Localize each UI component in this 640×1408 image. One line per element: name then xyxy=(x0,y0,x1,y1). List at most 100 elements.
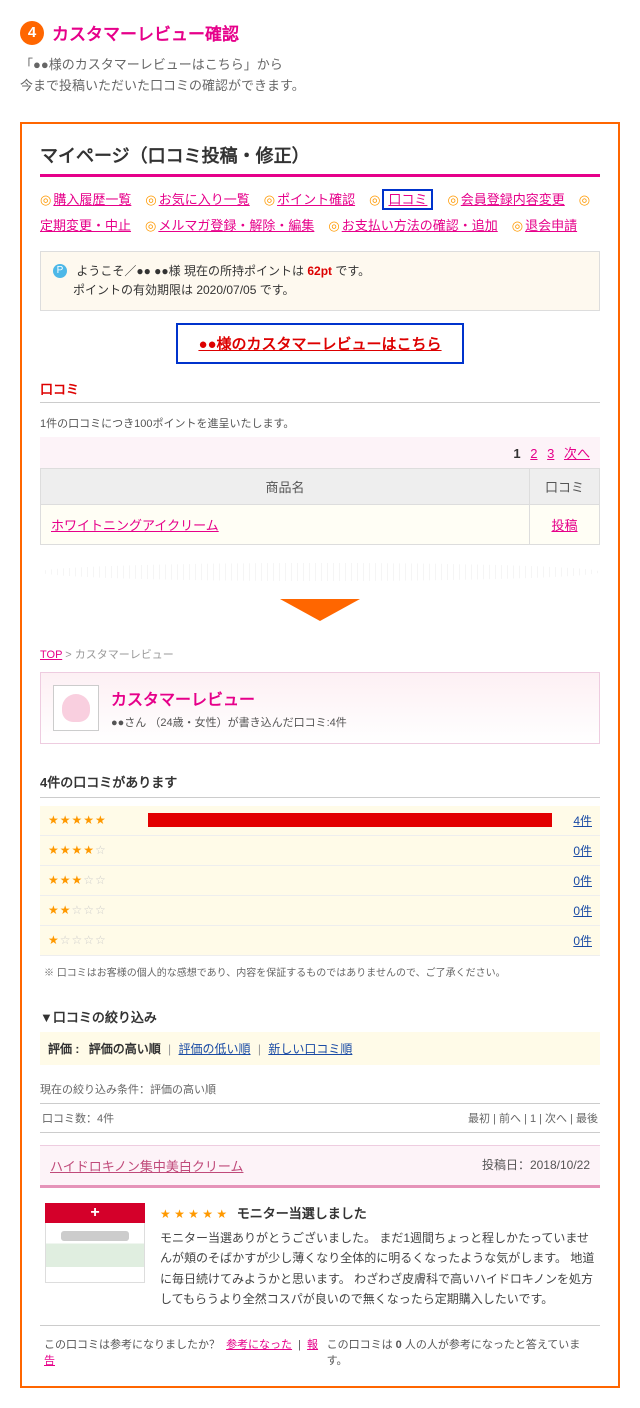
product-link[interactable]: ホワイトニングアイクリーム xyxy=(51,518,219,533)
nav-link[interactable]: お支払い方法の確認・追加 xyxy=(342,218,498,233)
table-pager: 1 2 3 次へ xyxy=(40,437,600,468)
rating-row[interactable]: ★★★★☆ 0件 xyxy=(40,836,600,866)
mypage-nav: ◎購入履歴一覧◎お気に入り一覧◎ポイント確認◎口コミ◎会員登録内容変更◎定期変更… xyxy=(40,187,600,239)
nav-link[interactable]: 会員登録内容変更 xyxy=(461,192,565,207)
intro-line1: 「●●様のカスタマーレビューはこちら」から xyxy=(20,55,620,76)
stars-icon: ★★★★☆ xyxy=(48,843,138,857)
review-item-header: ハイドロキノン集中美白クリーム 投稿日：2018/10/22 xyxy=(40,1145,600,1188)
stars-icon: ★☆☆☆☆ xyxy=(48,933,138,947)
points-box: P ようこそ／●● ●●様 現在の所持ポイントは 62pt です。 ポイントの有… xyxy=(40,251,600,311)
filter-heading: ▼口コミの絞り込み xyxy=(40,1007,600,1026)
filter-low[interactable]: 評価の低い順 xyxy=(179,1042,251,1056)
filter-sep: | xyxy=(168,1042,171,1056)
rating-row[interactable]: ★☆☆☆☆ 0件 xyxy=(40,926,600,956)
rating-row[interactable]: ★★☆☆☆ 0件 xyxy=(40,896,600,926)
nav-link[interactable]: 購入履歴一覧 xyxy=(53,192,131,207)
intro-line2: 今まで投稿いただいた口コミの確認ができます。 xyxy=(20,76,620,97)
points-pre: ようこそ／●● ●●様 現在の所持ポイントは xyxy=(76,264,307,278)
product-image: + xyxy=(45,1203,145,1310)
filter-new[interactable]: 新しい口コミ順 xyxy=(268,1042,352,1056)
current-filter: 現在の絞り込み条件：評価の高い順 xyxy=(40,1073,600,1103)
rating-count[interactable]: 0件 xyxy=(562,872,592,889)
avatar-icon xyxy=(62,694,90,722)
nav-link[interactable]: 口コミ xyxy=(382,189,433,210)
points-value: 62pt xyxy=(307,264,332,278)
review-product-link[interactable]: ハイドロキノン集中美白クリーム xyxy=(50,1156,243,1175)
points-expiry: ポイントの有効期限は 2020/07/05 です。 xyxy=(73,283,295,297)
summary-disclaimer: ※ 口コミはお客様の個人的な感想であり、内容を保証するものではありませんので、ご… xyxy=(40,956,600,987)
jar-icon xyxy=(45,1223,145,1283)
review-header-sub: ●●さん （24歳・女性）が書き込んだ口コミ:4件 xyxy=(111,714,347,730)
bullet-icon: ◎ xyxy=(40,192,51,207)
breadcrumb-sep: > xyxy=(62,649,75,661)
points-post: です。 xyxy=(332,264,370,278)
rating-count[interactable]: 0件 xyxy=(562,902,592,919)
stars-icon: ★★★★★ xyxy=(48,813,138,827)
review-body: + ★ ★ ★ ★ ★ モニター当選しました モニター当選ありがとうございました… xyxy=(40,1188,600,1325)
section-title: カスタマーレビュー確認 xyxy=(52,20,239,45)
nav-link[interactable]: お気に入り一覧 xyxy=(159,192,250,207)
rating-count[interactable]: 0件 xyxy=(562,842,592,859)
page-title: マイページ（口コミ投稿・修正） xyxy=(40,142,600,177)
mypage-panel: マイページ（口コミ投稿・修正） ◎購入履歴一覧◎お気に入り一覧◎ポイント確認◎口… xyxy=(20,122,620,1388)
review-header: カスタマーレビュー ●●さん （24歳・女性）が書き込んだ口コミ:4件 xyxy=(40,672,600,744)
filter-label: 評価 : xyxy=(48,1042,79,1056)
pager-page-2[interactable]: 2 xyxy=(530,446,537,461)
list-pager: 口コミ数：4件 最初 | 前へ | 1 | 次へ | 最後 xyxy=(40,1103,600,1133)
breadcrumb: TOP > カスタマーレビュー xyxy=(40,646,600,662)
customer-review-link[interactable]: ●●様のカスタマーレビューはこちら xyxy=(176,323,463,364)
step-number-icon: 4 xyxy=(20,21,44,45)
bullet-icon: ◎ xyxy=(512,218,523,233)
review-date: 投稿日：2018/10/22 xyxy=(482,1156,590,1175)
rating-bar xyxy=(148,903,552,917)
filter-sep: | xyxy=(258,1042,261,1056)
bullet-icon: ◎ xyxy=(145,192,156,207)
section-header: 4 カスタマーレビュー確認 xyxy=(0,0,640,55)
table-row: ホワイトニングアイクリーム 投稿 xyxy=(41,504,600,544)
helpful-link[interactable]: 参考になった xyxy=(226,1339,292,1351)
stars-icon: ★★★☆☆ xyxy=(48,873,138,887)
rating-count[interactable]: 0件 xyxy=(562,932,592,949)
review-subheading: 口コミ xyxy=(40,379,600,403)
rating-row[interactable]: ★★★★★ 4件 xyxy=(40,806,600,836)
rating-bar xyxy=(148,843,552,857)
list-pager-count: 口コミ数：4件 xyxy=(42,1110,114,1126)
rating-count[interactable]: 4件 xyxy=(562,812,592,829)
nav-link[interactable]: メルマガ登録・解除・編集 xyxy=(158,218,314,233)
bullet-icon: ◎ xyxy=(328,218,339,233)
intro-text: 「●●様のカスタマーレビューはこちら」から 今まで投稿いただいた口コミの確認がで… xyxy=(0,55,640,112)
col-review: 口コミ xyxy=(530,468,600,504)
nav-link[interactable]: 定期変更・中止 xyxy=(40,218,131,233)
bullet-icon: ◎ xyxy=(264,192,275,207)
points-icon: P xyxy=(53,264,67,278)
post-review-link[interactable]: 投稿 xyxy=(551,518,577,533)
rating-bar xyxy=(148,813,552,827)
plus-icon: + xyxy=(90,1204,99,1222)
footer-question: この口コミは参考になりましたか？ xyxy=(44,1339,220,1351)
footer-count-pre: この口コミは xyxy=(327,1339,396,1351)
review-header-title: カスタマーレビュー xyxy=(111,686,347,710)
review-title: モニター当選しました xyxy=(237,1206,367,1221)
points-note: 1件の口コミにつき100ポイントを進呈いたします。 xyxy=(40,409,600,437)
rating-row[interactable]: ★★★☆☆ 0件 xyxy=(40,866,600,896)
rating-bar xyxy=(148,933,552,947)
wave-divider xyxy=(40,563,600,581)
breadcrumb-top[interactable]: TOP xyxy=(40,649,62,661)
bullet-icon: ◎ xyxy=(145,218,156,233)
nav-link[interactable]: ポイント確認 xyxy=(277,192,355,207)
product-table: 商品名 口コミ ホワイトニングアイクリーム 投稿 xyxy=(40,468,600,545)
nav-link[interactable]: 退会申請 xyxy=(525,218,577,233)
breadcrumb-current: カスタマーレビュー xyxy=(75,649,174,661)
stars-icon: ★★☆☆☆ xyxy=(48,903,138,917)
pager-current: 1 xyxy=(513,446,520,461)
rating-bar xyxy=(148,873,552,887)
filter-high[interactable]: 評価の高い順 xyxy=(89,1042,161,1056)
col-product: 商品名 xyxy=(41,468,530,504)
avatar xyxy=(53,685,99,731)
pager-page-3[interactable]: 3 xyxy=(547,446,554,461)
list-pager-nav[interactable]: 最初 | 前へ | 1 | 次へ | 最後 xyxy=(468,1110,598,1126)
arrow-down-icon xyxy=(280,599,360,621)
review-content: ★ ★ ★ ★ ★ モニター当選しました モニター当選ありがとうございました。 … xyxy=(160,1203,595,1310)
pager-next[interactable]: 次へ xyxy=(564,446,590,461)
bullet-icon: ◎ xyxy=(579,192,590,207)
